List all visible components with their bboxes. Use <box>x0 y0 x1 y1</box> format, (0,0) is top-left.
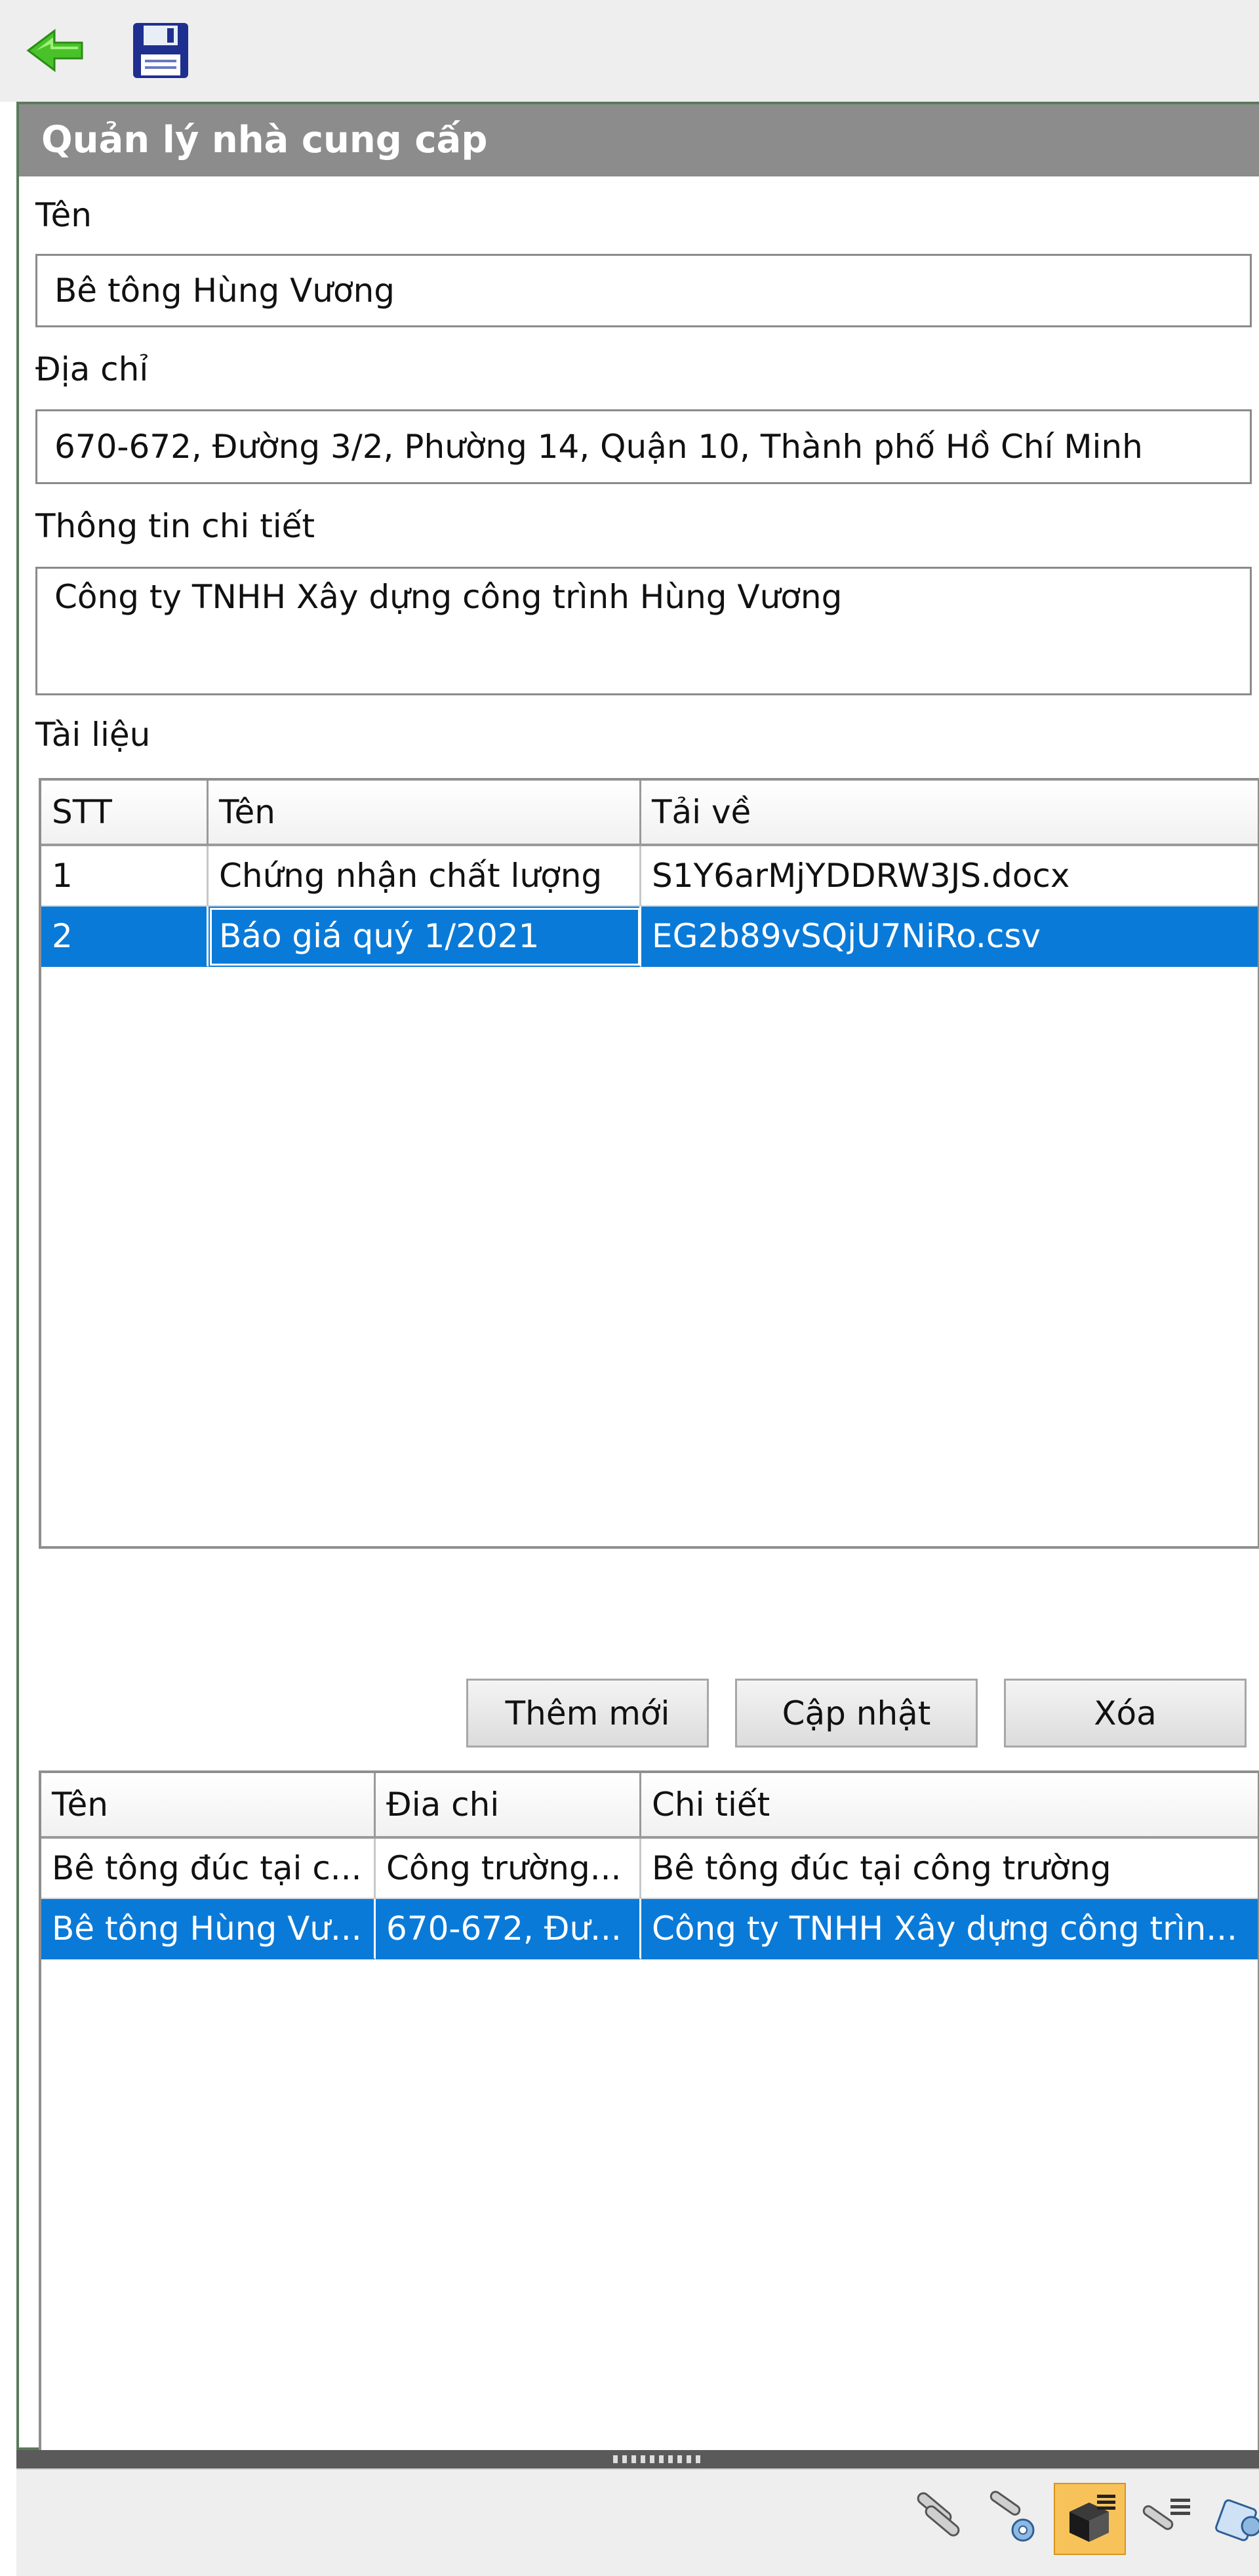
panel-title: Quản lý nhà cung cấp <box>19 104 1259 176</box>
splitter-grip-icon[interactable] <box>613 2455 705 2463</box>
cell-name: Chứng nhận chất lượng <box>209 846 641 907</box>
pipe-list-icon[interactable] <box>1131 2483 1203 2555</box>
column-header-detail[interactable]: Chi tiết <box>641 1773 1258 1839</box>
save-button[interactable] <box>125 14 197 87</box>
pipes-icon[interactable] <box>902 2483 974 2555</box>
cell-name: Báo giá quý 1/2021 <box>209 907 641 967</box>
documents-grid[interactable]: STT Tên Tải về 1 Chứng nhận chất lượng S… <box>39 778 1259 1549</box>
cell-detail: Bê tông đúc tại công trường <box>641 1839 1258 1899</box>
cell-download-link[interactable]: EG2b89vSQjU7NiRo.csv <box>641 907 1258 967</box>
cell-name: Bê tông đúc tại c... <box>41 1839 376 1899</box>
update-button[interactable]: Cập nhật <box>735 1679 978 1748</box>
package-list-icon[interactable] <box>1054 2483 1126 2555</box>
address-label: Địa chỉ <box>35 350 149 388</box>
column-header-download[interactable]: Tải về <box>641 781 1258 846</box>
panel-splitter[interactable] <box>16 2450 1259 2468</box>
cell-name: Bê tông Hùng Vư... <box>41 1899 376 1959</box>
cell-stt: 1 <box>41 846 209 907</box>
cell-address: 670-672, Đư... <box>376 1899 641 1959</box>
name-label: Tên <box>35 196 92 234</box>
cell-detail: Công ty TNHH Xây dựng công trìn... <box>641 1899 1258 1959</box>
suppliers-grid[interactable]: Tên Đia chi Chi tiết Bê tông đúc tại c..… <box>39 1770 1259 2538</box>
add-button[interactable]: Thêm mới <box>466 1679 709 1748</box>
documents-label: Tài liệu <box>35 716 151 754</box>
address-field[interactable]: 670-672, Đường 3/2, Phường 14, Quận 10, … <box>35 409 1252 484</box>
green-left-arrow-icon <box>26 29 83 72</box>
name-field[interactable]: Bê tông Hùng Vương <box>35 254 1252 327</box>
supplier-management-panel: Quản lý nhà cung cấp Tên Bê tông Hùng Vư… <box>16 102 1259 2538</box>
cell-stt: 2 <box>41 907 209 967</box>
pipe-network-icon[interactable] <box>1207 2483 1259 2555</box>
column-header-address[interactable]: Đia chi <box>376 1773 641 1839</box>
cell-address: Công trường... <box>376 1839 641 1899</box>
column-header-name[interactable]: Tên <box>41 1773 376 1839</box>
column-header-name[interactable]: Tên <box>209 781 641 846</box>
detail-label: Thông tin chi tiết <box>35 507 315 545</box>
detail-textarea[interactable]: Công ty TNHH Xây dựng công trình Hùng Vư… <box>35 567 1252 695</box>
pipe-settings-icon[interactable] <box>977 2483 1049 2555</box>
floppy-disk-icon <box>133 23 188 78</box>
column-header-stt[interactable]: STT <box>41 781 209 846</box>
bottom-toolbar <box>16 2468 1259 2576</box>
top-toolbar <box>0 0 1259 102</box>
back-button[interactable] <box>20 14 92 87</box>
cell-download-link[interactable]: S1Y6arMjYDDRW3JS.docx <box>641 846 1258 907</box>
delete-button[interactable]: Xóa <box>1004 1679 1247 1748</box>
